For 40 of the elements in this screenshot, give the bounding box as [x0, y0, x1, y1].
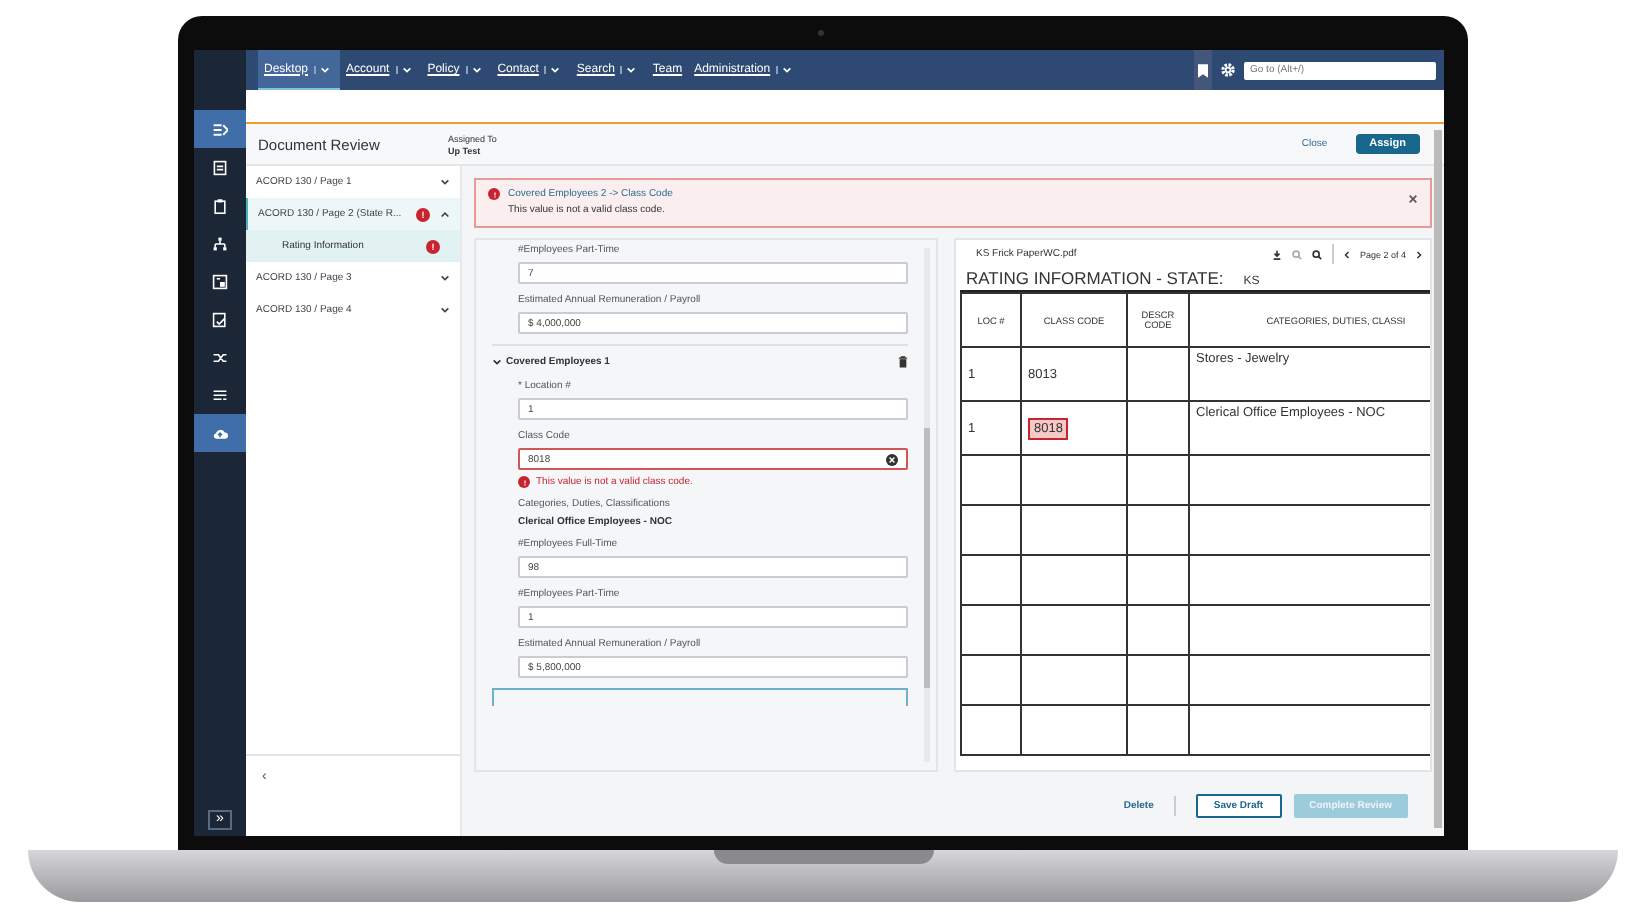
clipboard-icon [212, 197, 228, 213]
next-page-icon[interactable] [1416, 249, 1422, 259]
trash-icon[interactable] [898, 356, 908, 368]
zoom-in-icon[interactable] [1311, 249, 1322, 259]
scrollbar[interactable] [924, 248, 930, 762]
caret-down-icon [440, 306, 450, 314]
bookmark-icon[interactable] [1194, 50, 1212, 90]
caret-down-icon [550, 66, 561, 74]
dropdown-button[interactable] [776, 66, 797, 74]
previous-page-icon[interactable] [1343, 249, 1350, 259]
caret-down-icon [471, 66, 482, 74]
caret-up-icon [440, 210, 450, 218]
dropdown-button[interactable] [620, 66, 641, 74]
scrollbar[interactable] [1434, 130, 1442, 828]
dropdown-button[interactable] [314, 65, 335, 73]
caret-down-icon [440, 274, 450, 282]
list-icon [212, 159, 228, 175]
lines-icon [212, 387, 228, 403]
document-heading: RATING INFORMATION - STATE: [966, 268, 1224, 288]
caret-down-icon [440, 178, 450, 186]
dropdown-button[interactable] [465, 66, 486, 74]
caret-down-icon [626, 66, 637, 74]
document-icon [212, 311, 228, 327]
caret-down-icon [320, 65, 331, 73]
download-icon[interactable] [1271, 249, 1282, 259]
cloud-icon [212, 425, 228, 441]
grid-icon [212, 273, 228, 289]
error-icon [518, 476, 530, 488]
dropdown-button[interactable] [544, 66, 565, 74]
caret-down-icon [492, 358, 502, 366]
shuffle-icon [212, 349, 228, 365]
caret-down-icon [401, 66, 412, 74]
caret-down-icon [782, 66, 793, 74]
exit-icon [212, 121, 228, 137]
settings-icon[interactable] [1220, 62, 1236, 78]
close-icon[interactable] [1408, 194, 1418, 206]
clear-icon[interactable] [886, 453, 898, 465]
hierarchy-icon [212, 235, 228, 251]
dropdown-button[interactable] [395, 66, 416, 74]
error-icon [488, 188, 500, 200]
